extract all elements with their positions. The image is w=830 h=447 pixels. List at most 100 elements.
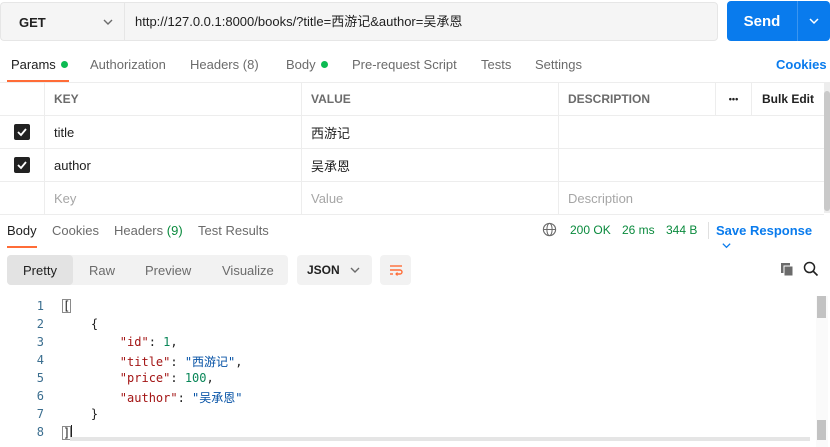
line-number: 4: [36, 353, 44, 367]
new-description-input[interactable]: Description: [558, 182, 715, 214]
tab-label: Params: [11, 57, 56, 72]
globe-icon[interactable]: [542, 222, 557, 237]
method-select[interactable]: GET: [0, 2, 124, 41]
json-number: 100: [184, 371, 207, 385]
check-icon: [17, 128, 27, 137]
tab-response-cookies[interactable]: Cookies: [52, 223, 99, 238]
format-preview[interactable]: Preview: [145, 255, 191, 285]
check-icon: [17, 161, 27, 170]
chevron-down-icon: [350, 267, 360, 273]
editor-scrollbar[interactable]: [816, 296, 828, 447]
tab-response-headers[interactable]: Headers (9): [114, 223, 183, 238]
param-description[interactable]: [558, 149, 715, 181]
empty-cell: [751, 116, 824, 148]
tab-authorization[interactable]: Authorization: [90, 57, 166, 72]
active-dot-icon: [320, 61, 328, 68]
line-number: 2: [36, 317, 44, 331]
active-tab-underline: [7, 80, 69, 82]
row-checkbox-cell: [0, 116, 44, 148]
table-row: Key Value Description: [0, 182, 824, 215]
response-tabs: Body Cookies Headers (9) Test Results 20…: [0, 214, 830, 249]
language-select[interactable]: JSON: [297, 255, 372, 285]
code-text: "author": "吴承恩": [119, 391, 243, 405]
language-select-value: JSON: [307, 263, 340, 277]
tab-tests[interactable]: Tests: [481, 57, 511, 72]
format-raw[interactable]: Raw: [89, 255, 115, 285]
line-number: 5: [36, 371, 44, 385]
url-input[interactable]: http://127.0.0.1:8000/books/?title=西游记&a…: [124, 2, 718, 41]
empty-cell: [751, 149, 824, 181]
empty-cell: [715, 116, 751, 148]
tab-settings[interactable]: Settings: [535, 57, 582, 72]
json-key: "id": [119, 335, 149, 349]
response-time[interactable]: 26 ms: [622, 223, 655, 237]
new-key-input[interactable]: Key: [44, 182, 301, 214]
checkbox[interactable]: [14, 124, 30, 140]
response-body-editor[interactable]: 1 [ 2 { 3 "id": 1, 4 "title": "西游记", 5 "…: [0, 296, 830, 447]
format-visualize[interactable]: Visualize: [222, 255, 274, 285]
scrollbar-thumb[interactable]: [817, 296, 826, 318]
code-text: "title": "西游记",: [119, 355, 243, 369]
code-line: 7 }: [0, 407, 816, 425]
json-key: "price": [119, 371, 171, 385]
line-number: 7: [36, 407, 44, 421]
row-checkbox-cell: [0, 149, 44, 181]
method-label: GET: [19, 15, 46, 30]
param-value[interactable]: 西游记: [301, 116, 558, 148]
code-line: 1 [: [0, 299, 816, 317]
wrap-lines-button[interactable]: [380, 255, 411, 285]
chevron-down-icon: [722, 243, 731, 249]
code-line: 2 {: [0, 317, 816, 335]
editor-horizontal-scrollbar[interactable]: [70, 437, 810, 441]
line-number: 8: [36, 425, 44, 439]
code-line: 5 "price": 100,: [0, 371, 816, 389]
code-text: "price": 100,: [119, 371, 214, 385]
params-header-row: KEY VALUE DESCRIPTION ••• Bulk Edit: [0, 83, 824, 116]
line-number: 3: [36, 335, 44, 349]
json-number: 1: [163, 335, 171, 349]
search-icon[interactable]: [803, 261, 819, 277]
empty-cell: [715, 182, 751, 214]
empty-cell: [715, 149, 751, 181]
param-key[interactable]: title: [44, 116, 301, 148]
tab-label: Headers: [190, 57, 240, 72]
active-dot-icon: [60, 61, 68, 68]
code-line: 3 "id": 1,: [0, 335, 816, 353]
scrollbar-thumb[interactable]: [824, 91, 830, 211]
header-checkbox-cell: [0, 83, 44, 115]
params-scrollbar[interactable]: [824, 83, 830, 213]
table-row: author 吴承恩: [0, 149, 824, 182]
chevron-down-icon: [809, 18, 819, 25]
wrap-lines-icon: [389, 265, 403, 276]
format-pretty[interactable]: Pretty: [7, 255, 73, 285]
tab-params[interactable]: Params: [11, 57, 68, 72]
code-text: {: [62, 317, 99, 331]
param-key[interactable]: author: [44, 149, 301, 181]
send-options-button[interactable]: [797, 1, 830, 41]
empty-cell: [751, 182, 824, 214]
line-number: 6: [36, 389, 44, 403]
status-code[interactable]: 200 OK: [570, 223, 611, 237]
checkbox[interactable]: [14, 157, 30, 173]
json-string: "吴承恩": [192, 391, 243, 405]
scrollbar-thumb[interactable]: [817, 420, 826, 440]
tab-label: Body: [286, 57, 316, 72]
tab-headers[interactable]: Headers (8): [190, 57, 259, 72]
bulk-edit-button[interactable]: Bulk Edit: [751, 83, 824, 115]
new-value-input[interactable]: Value: [301, 182, 558, 214]
tab-pre-request-script[interactable]: Pre-request Script: [352, 57, 457, 72]
send-button[interactable]: Send: [727, 1, 797, 41]
code-text: }: [62, 407, 99, 421]
copy-icon[interactable]: [779, 261, 795, 277]
tab-body[interactable]: Body: [286, 57, 328, 72]
tab-response-body[interactable]: Body: [7, 223, 37, 238]
response-size[interactable]: 344 B: [666, 223, 697, 237]
cookies-link[interactable]: Cookies: [776, 57, 827, 72]
param-value[interactable]: 吴承恩: [301, 149, 558, 181]
param-description[interactable]: [558, 116, 715, 148]
tab-label: Headers: [114, 223, 164, 238]
tab-test-results[interactable]: Test Results: [198, 223, 269, 238]
more-options-button[interactable]: •••: [715, 83, 751, 115]
save-response-button[interactable]: Save Response: [716, 223, 830, 253]
url-bar: GET http://127.0.0.1:8000/books/?title=西…: [0, 0, 830, 44]
